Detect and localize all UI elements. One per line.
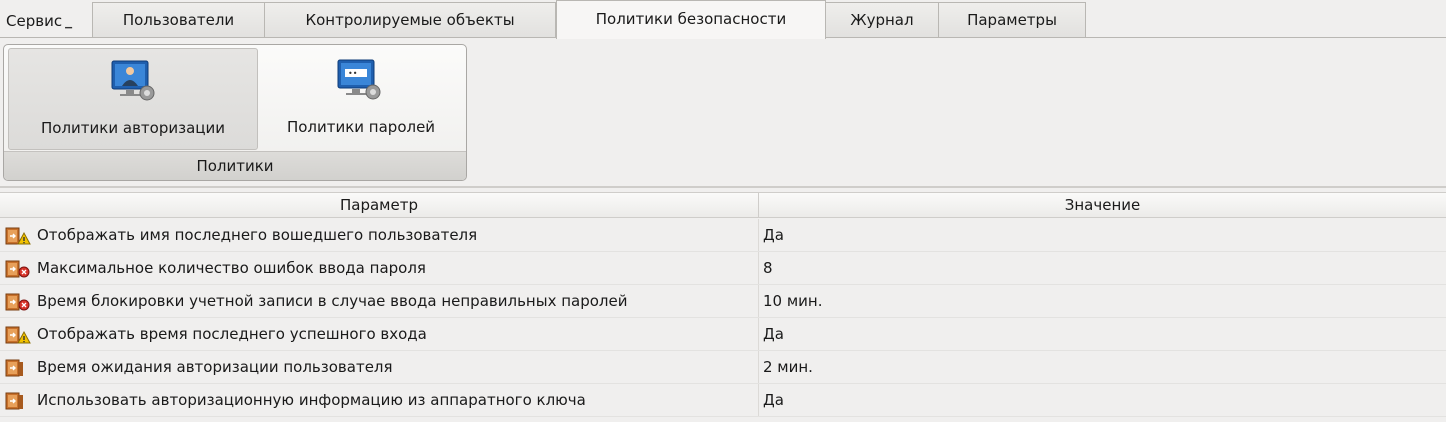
- password-monitor-gear-icon: ••: [337, 59, 381, 100]
- parameter-cell: Максимальное количество ошибок ввода пар…: [37, 259, 426, 277]
- column-header-parameter[interactable]: Параметр: [0, 193, 759, 217]
- value-cell: Да: [763, 226, 784, 244]
- user-monitor-gear-icon: [111, 60, 155, 101]
- tab-bar: Сервис ▁ Пользователи Контролируемые объ…: [0, 0, 1446, 39]
- door-error-icon: [5, 260, 30, 278]
- parameter-cell: Время блокировки учетной записи в случае…: [37, 292, 628, 310]
- door-warning-icon: [5, 326, 31, 344]
- column-divider: [758, 252, 759, 284]
- service-menu[interactable]: Сервис ▁: [6, 10, 72, 32]
- table-row[interactable]: Отображать время последнего успешного вх…: [0, 318, 1446, 351]
- tab-controlled-objects[interactable]: Контролируемые объекты: [264, 2, 556, 37]
- service-menu-label: Сервис: [6, 12, 63, 30]
- policies-ribbon-group: Политики авторизации •• Политики паролей…: [3, 44, 467, 181]
- column-divider: [758, 384, 759, 416]
- value-cell: 10 мин.: [763, 292, 823, 310]
- table-row[interactable]: Максимальное количество ошибок ввода пар…: [0, 252, 1446, 285]
- authorization-policies-label: Политики авторизации: [41, 119, 225, 137]
- ribbon-group-label: Политики: [4, 151, 466, 180]
- parameter-cell: Использовать авторизационную информацию …: [37, 391, 586, 409]
- tab-settings[interactable]: Параметры: [938, 2, 1086, 37]
- value-cell: 8: [763, 259, 773, 277]
- authorization-policies-button[interactable]: Политики авторизации: [8, 48, 258, 150]
- tab-security-policies[interactable]: Политики безопасности: [556, 0, 826, 39]
- table-row[interactable]: Время блокировки учетной записи в случае…: [0, 285, 1446, 318]
- column-header-value[interactable]: Значение: [759, 193, 1446, 217]
- column-divider: [758, 285, 759, 317]
- column-divider: [758, 318, 759, 350]
- table-header: Параметр Значение: [0, 192, 1446, 218]
- svg-text:••: ••: [348, 69, 357, 78]
- parameter-cell: Отображать имя последнего вошедшего поль…: [37, 226, 478, 244]
- value-cell: 2 мин.: [763, 358, 813, 376]
- table-row[interactable]: Использовать авторизационную информацию …: [0, 384, 1446, 417]
- tab-users[interactable]: Пользователи: [92, 2, 265, 37]
- table-row[interactable]: Отображать имя последнего вошедшего поль…: [0, 219, 1446, 252]
- password-policies-label: Политики паролей: [286, 118, 436, 136]
- table-row[interactable]: Время ожидания авторизации пользователя 2…: [0, 351, 1446, 384]
- parameter-cell: Отображать время последнего успешного вх…: [37, 325, 427, 343]
- password-policies-button[interactable]: •• Политики паролей: [262, 48, 460, 150]
- door-warning-icon: [5, 227, 31, 245]
- column-divider: [758, 219, 759, 251]
- door-icon: [5, 359, 23, 377]
- parameter-cell: Время ожидания авторизации пользователя: [37, 358, 393, 376]
- column-divider: [758, 351, 759, 383]
- value-cell: Да: [763, 325, 784, 343]
- value-cell: Да: [763, 391, 784, 409]
- policies-table: Параметр Значение Отображать имя последн…: [0, 186, 1446, 422]
- door-error-icon: [5, 293, 30, 311]
- dropdown-arrow-icon: ▁: [65, 19, 72, 29]
- door-icon: [5, 392, 23, 410]
- tab-journal[interactable]: Журнал: [825, 2, 939, 37]
